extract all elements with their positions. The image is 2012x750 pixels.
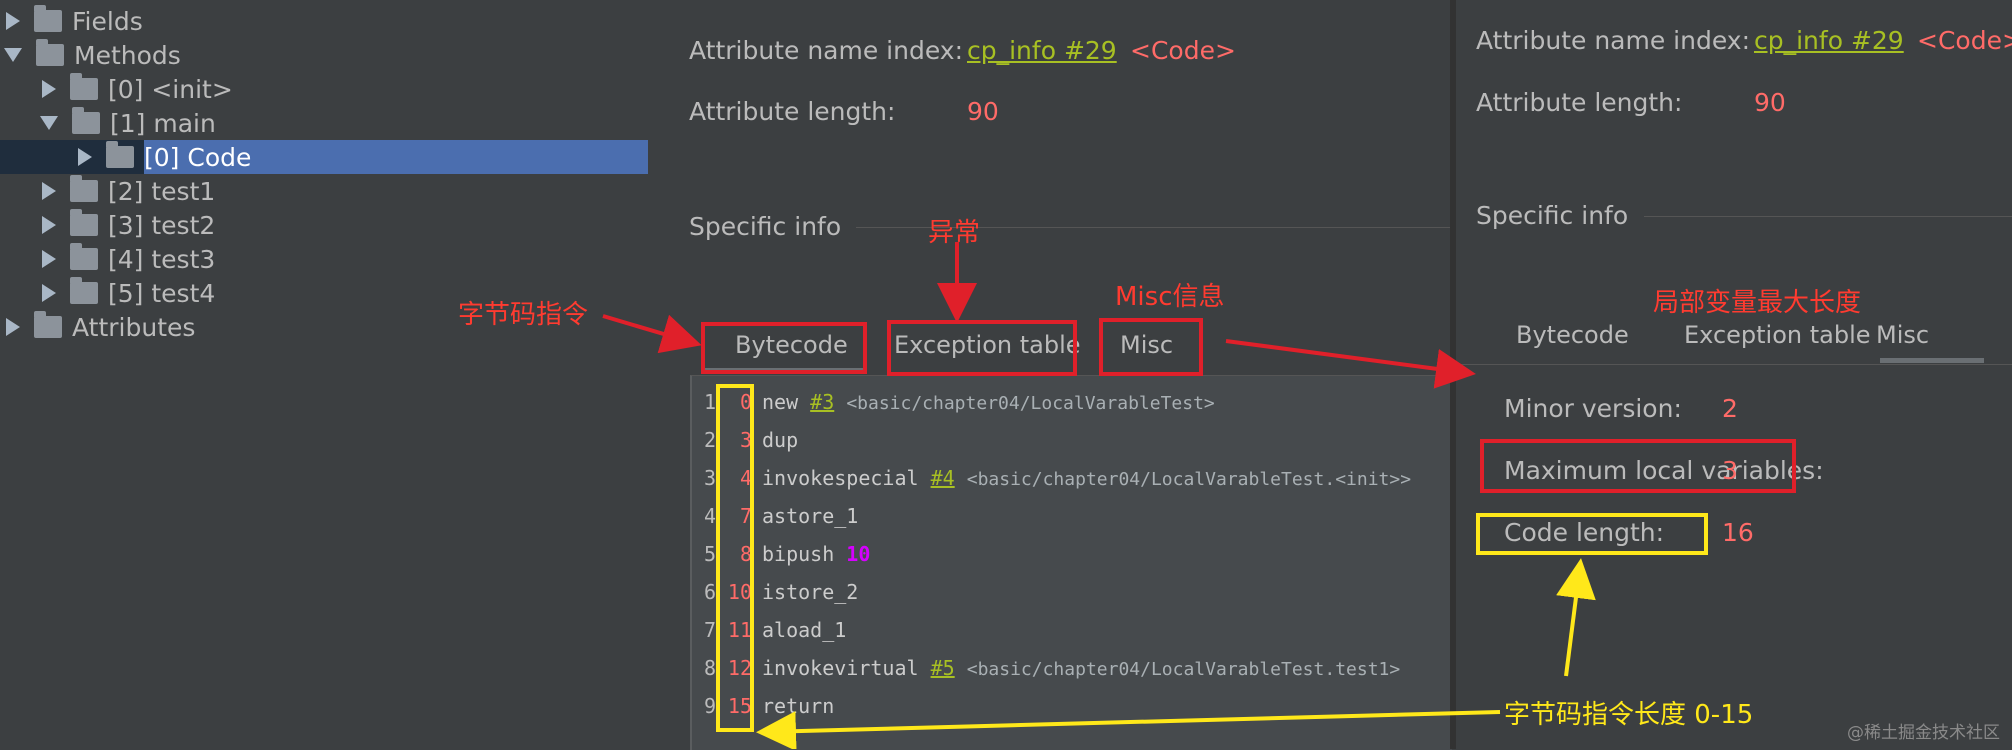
arrow-to-offset-column [756,710,1501,749]
annotation-exception: 异常 [928,218,981,248]
annotation-bytecode-length: 字节码指令长度 0-15 [1504,700,1754,730]
annotation-misc-info: Misc信息 [1115,282,1225,312]
annotation-max-local-length: 局部变量最大长度 [1653,288,1862,318]
watermark-text: @稀土掘金技术社区 [1847,723,2000,743]
arrow-to-misc-panel [1225,339,1476,389]
annotation-arrows [602,242,1596,749]
arrow-to-bytecode-tab [602,314,702,354]
arrow-to-code-length [1556,558,1596,677]
annotation-bytecode-instruction: 字节码指令 [458,300,589,330]
